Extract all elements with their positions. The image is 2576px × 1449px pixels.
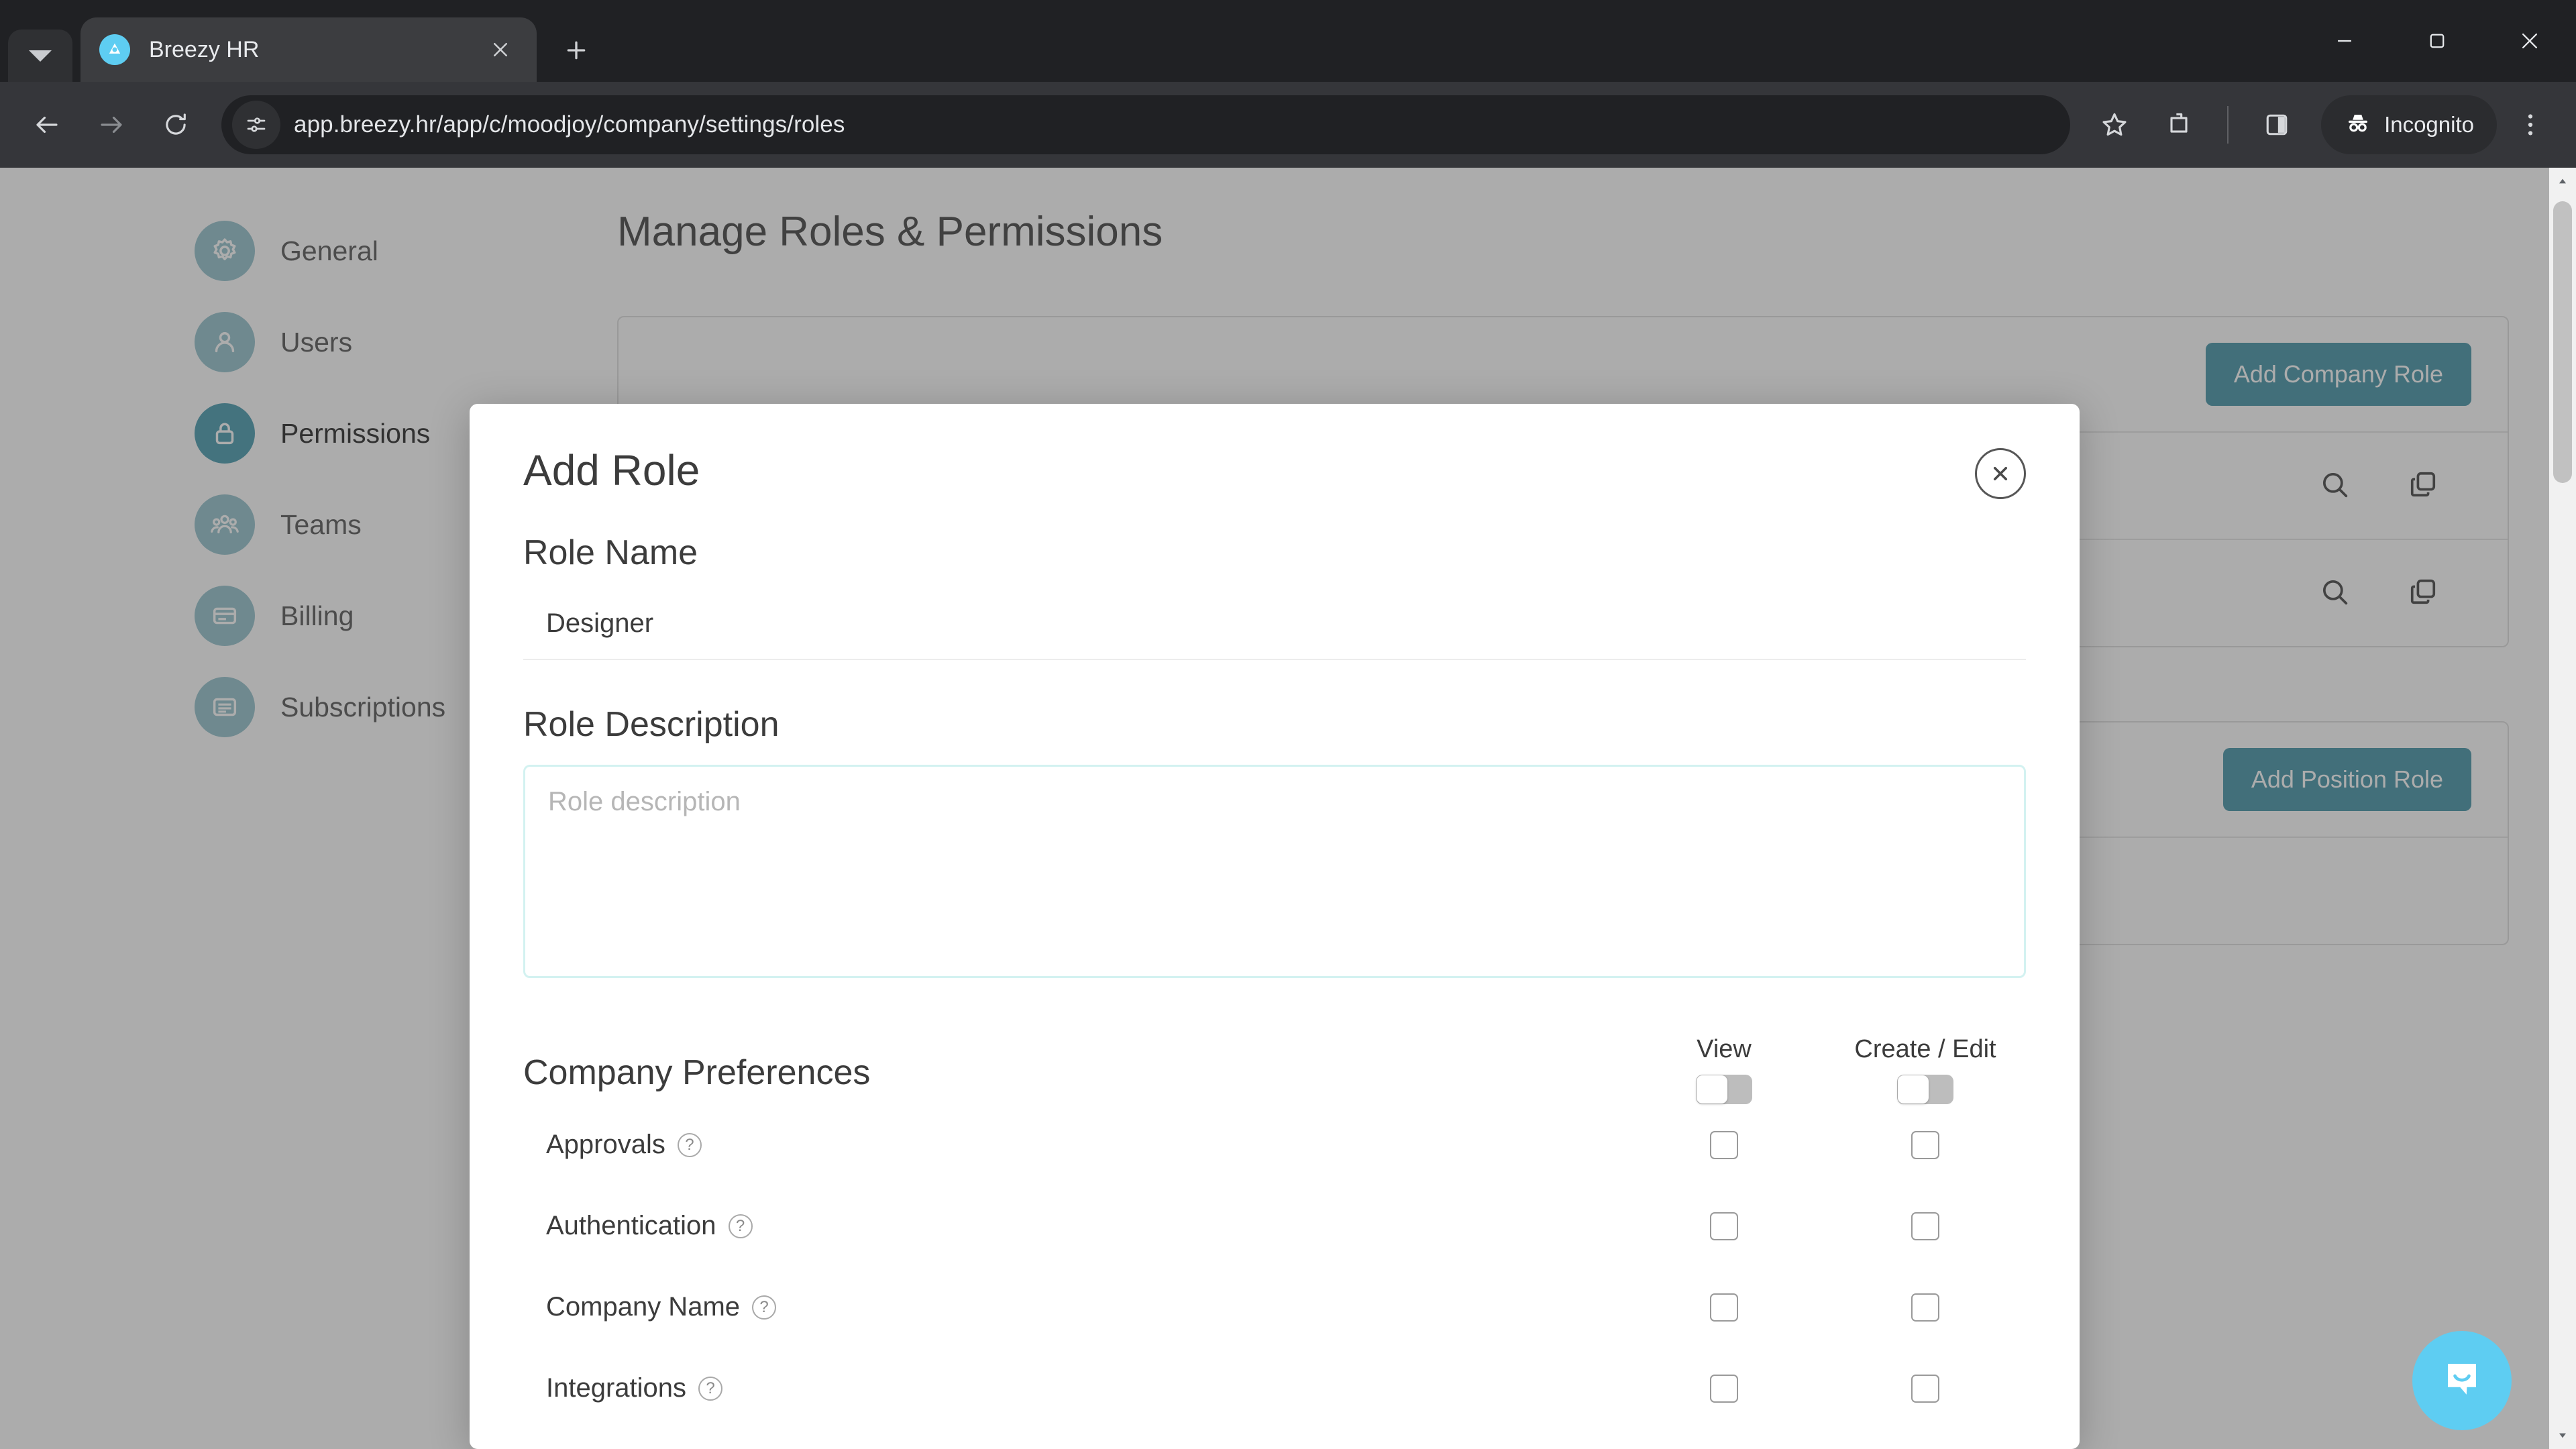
incognito-icon — [2344, 109, 2372, 141]
create-edit-column-header: Create / Edit — [1825, 1035, 2026, 1104]
maximize-icon[interactable] — [2391, 0, 2483, 82]
create-edit-checkbox[interactable] — [1911, 1130, 1939, 1159]
browser-window: Breezy HR app.breezy.hr/app/c/moodjoy/co… — [0, 0, 2576, 1449]
help-circle-icon[interactable]: ? — [752, 1295, 777, 1320]
chevron-down-icon — [29, 50, 52, 62]
permission-row-authentication: Authentication ? — [523, 1185, 2026, 1267]
reload-icon[interactable] — [144, 93, 208, 157]
arrow-right-icon[interactable] — [79, 93, 144, 157]
browser-toolbar: app.breezy.hr/app/c/moodjoy/company/sett… — [0, 82, 2576, 168]
permission-name: Company Name ? — [523, 1292, 1623, 1322]
permission-label: Approvals — [546, 1130, 665, 1159]
help-circle-icon[interactable]: ? — [698, 1376, 723, 1401]
tune-icon[interactable] — [232, 101, 280, 149]
page-scrollbar[interactable] — [2549, 168, 2576, 1449]
arrow-left-icon[interactable] — [15, 93, 79, 157]
help-circle-icon[interactable]: ? — [728, 1214, 753, 1238]
role-description-label: Role Description — [523, 705, 780, 744]
tab-title: Breezy HR — [149, 36, 260, 62]
create-edit-checkbox[interactable] — [1911, 1293, 1939, 1322]
permission-view-cell — [1623, 1374, 1825, 1403]
help-circle-icon[interactable]: ? — [677, 1132, 702, 1157]
section-title: Company Preferences — [523, 1053, 871, 1092]
toggle-knob — [1898, 1075, 1929, 1104]
minimize-icon[interactable] — [2298, 0, 2391, 82]
address-bar[interactable]: app.breezy.hr/app/c/moodjoy/company/sett… — [221, 95, 2071, 154]
side-panel-icon[interactable] — [2246, 94, 2308, 156]
tab-search-button[interactable] — [8, 30, 72, 82]
page-viewport: General Users Permissions Teams Billing … — [0, 168, 2576, 1449]
profile-incognito-button[interactable]: Incognito — [2321, 95, 2497, 154]
modal-title: Add Role — [523, 446, 700, 494]
permission-create-edit-cell — [1825, 1212, 2026, 1240]
permission-row-company-name: Company Name ? — [523, 1267, 2026, 1348]
permission-view-cell — [1623, 1212, 1825, 1240]
incognito-label: Incognito — [2384, 112, 2474, 137]
close-icon[interactable] — [2483, 0, 2576, 82]
star-icon[interactable] — [2084, 94, 2145, 156]
caret-down-icon[interactable] — [2549, 1422, 2576, 1449]
view-master-toggle[interactable] — [1696, 1075, 1752, 1104]
permission-view-cell — [1623, 1130, 1825, 1159]
column-label: View — [1697, 1035, 1752, 1063]
intercom-launcher-button[interactable] — [2412, 1331, 2512, 1430]
view-checkbox[interactable] — [1710, 1130, 1738, 1159]
more-vertical-icon[interactable] — [2500, 94, 2561, 156]
create-edit-master-toggle[interactable] — [1897, 1075, 1953, 1104]
toolbar-actions: Incognito — [2084, 94, 2561, 156]
permission-row-integrations: Integrations ? — [523, 1348, 2026, 1429]
toggle-knob — [1697, 1075, 1727, 1104]
close-icon[interactable] — [1975, 448, 2026, 499]
permission-name: Integrations ? — [523, 1373, 1623, 1403]
permission-create-edit-cell — [1825, 1374, 2026, 1403]
role-name-label: Role Name — [523, 533, 698, 572]
permission-label: Integrations — [546, 1373, 687, 1403]
permission-create-edit-cell — [1825, 1130, 2026, 1159]
new-tab-button[interactable] — [551, 25, 601, 75]
permission-create-edit-cell — [1825, 1293, 2026, 1322]
permission-label: Company Name — [546, 1292, 741, 1322]
create-edit-checkbox[interactable] — [1911, 1374, 1939, 1403]
view-checkbox[interactable] — [1710, 1374, 1738, 1403]
permission-name: Approvals ? — [523, 1130, 1623, 1160]
view-checkbox[interactable] — [1710, 1212, 1738, 1240]
chat-bubble-icon — [2437, 1354, 2487, 1407]
extensions-icon[interactable] — [2148, 94, 2210, 156]
breezy-cloud-icon — [99, 34, 130, 65]
role-name-input[interactable] — [523, 588, 2026, 660]
role-description-textarea[interactable] — [523, 765, 2026, 978]
create-edit-checkbox[interactable] — [1911, 1212, 1939, 1240]
toolbar-divider — [2227, 106, 2229, 144]
caret-up-icon[interactable] — [2549, 168, 2576, 195]
permission-row-approvals: Approvals ? — [523, 1104, 2026, 1185]
permission-view-cell — [1623, 1293, 1825, 1322]
browser-tab[interactable]: Breezy HR — [80, 17, 537, 82]
address-bar-url: app.breezy.hr/app/c/moodjoy/company/sett… — [294, 111, 845, 138]
company-preferences-header: Company Preferences View Create / Edit — [523, 1035, 2026, 1104]
permission-label: Authentication — [546, 1211, 716, 1240]
view-checkbox[interactable] — [1710, 1293, 1738, 1322]
scrollbar-thumb[interactable] — [2553, 201, 2572, 483]
tab-strip: Breezy HR — [0, 0, 2576, 82]
close-icon[interactable] — [483, 32, 518, 67]
view-column-header: View — [1623, 1035, 1825, 1104]
permission-name: Authentication ? — [523, 1211, 1623, 1241]
add-role-modal: Add Role Role Name Role Description Comp… — [470, 404, 2080, 1449]
column-label: Create / Edit — [1854, 1035, 1996, 1063]
window-controls — [2298, 0, 2576, 82]
